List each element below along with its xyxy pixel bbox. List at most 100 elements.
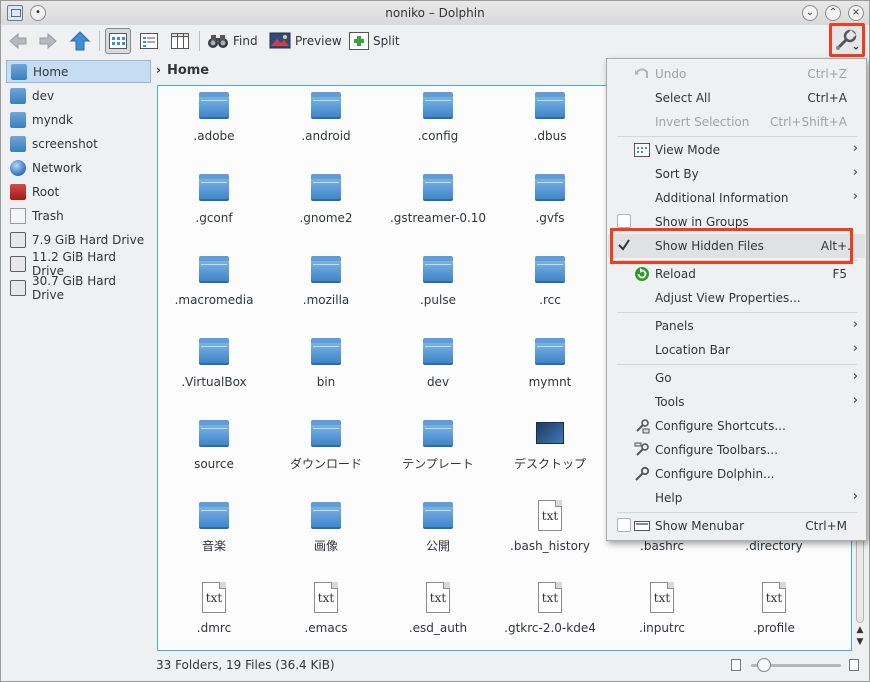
folder-shape [311, 92, 341, 119]
file-item[interactable]: .mozilla [270, 252, 382, 332]
split-button[interactable]: Split [349, 29, 400, 53]
folder-icon [310, 254, 342, 286]
file-item[interactable]: .gconf [158, 170, 270, 250]
file-item[interactable]: .config [382, 88, 494, 168]
zoom-out-icon[interactable] [731, 659, 741, 671]
find-button[interactable]: Find [207, 29, 258, 53]
menu-help[interactable]: Help › [608, 486, 865, 510]
zoom-in-icon[interactable] [849, 659, 859, 671]
file-item[interactable]: .gstreamer-0.10 [382, 170, 494, 250]
file-item[interactable]: .rcc [494, 252, 606, 332]
file-item[interactable]: .android [270, 88, 382, 168]
file-item[interactable]: dev [382, 334, 494, 414]
minimize-button[interactable]: ⌄ [802, 5, 818, 21]
compact-view-button[interactable] [136, 28, 162, 54]
submenu-arrow-icon: › [852, 489, 858, 504]
menu-tools[interactable]: Tools › [608, 390, 865, 414]
breadcrumb[interactable]: › Home [156, 59, 209, 81]
file-item[interactable]: .pulse [382, 252, 494, 332]
file-name: source [194, 457, 234, 471]
control-menu-button[interactable] [829, 23, 865, 57]
file-item[interactable]: txt .gtkrc-2.0-kde4 [494, 580, 606, 650]
preview-button[interactable]: Preview [269, 29, 342, 53]
menu-panels[interactable]: Panels › [608, 314, 865, 338]
place-trash[interactable]: Trash [6, 204, 151, 227]
file-item[interactable]: .macromedia [158, 252, 270, 332]
submenu-arrow-icon: › [852, 317, 858, 332]
folder-shape [423, 256, 453, 283]
file-item[interactable]: .dbus [494, 88, 606, 168]
up-button[interactable] [69, 29, 91, 53]
menu-adjust-view-properties[interactable]: Adjust View Properties... [608, 286, 865, 310]
place-drive-1[interactable]: 7.9 GiB Hard Drive [6, 228, 151, 251]
place-dev[interactable]: dev [6, 84, 151, 107]
place-network[interactable]: Network [6, 156, 151, 179]
menu-show-menubar[interactable]: Show Menubar Ctrl+M [608, 514, 865, 538]
menu-configure-dolphin[interactable]: Configure Dolphin... [608, 462, 865, 486]
zoom-handle[interactable] [757, 658, 771, 672]
menu-undo[interactable]: Undo Ctrl+Z [608, 62, 865, 86]
menu-label: Configure Toolbars... [655, 443, 778, 457]
menu-view-mode[interactable]: View Mode › [608, 138, 865, 162]
back-arrow-icon [9, 32, 27, 50]
menu-sort-by[interactable]: Sort By › [608, 162, 865, 186]
scroll-up-arrow-icon[interactable]: ▲ [853, 625, 867, 635]
menu-additional-information[interactable]: Additional Information › [608, 186, 865, 210]
menu-reload[interactable]: Reload F5 [608, 262, 865, 286]
file-item[interactable]: 公開 [382, 498, 494, 578]
file-item[interactable]: txt .esd_auth [382, 580, 494, 650]
place-myndk[interactable]: myndk [6, 108, 151, 131]
file-item[interactable]: ダウンロード [270, 416, 382, 496]
menu-configure-toolbars[interactable]: Configure Toolbars... [608, 438, 865, 462]
file-item[interactable]: .gvfs [494, 170, 606, 250]
file-item[interactable]: mymnt [494, 334, 606, 414]
places-panel: Home dev myndk screenshot Network Root T… [4, 58, 151, 654]
file-item[interactable]: テンプレート [382, 416, 494, 496]
place-screenshot[interactable]: screenshot [6, 132, 151, 155]
submenu-arrow-icon: › [852, 141, 858, 156]
file-item[interactable]: txt .inputrc [606, 580, 718, 650]
forward-button[interactable] [37, 29, 59, 53]
place-label: myndk [32, 112, 73, 127]
menu-configure-shortcuts[interactable]: Configure Shortcuts... [608, 414, 865, 438]
text-file-icon: txt [310, 582, 342, 614]
place-home[interactable]: Home [6, 60, 151, 83]
breadcrumb-home[interactable]: Home [167, 63, 209, 78]
zoom-slider[interactable] [729, 657, 863, 673]
submenu-arrow-icon: › [852, 393, 858, 408]
panel-splitter[interactable] [152, 58, 156, 654]
icons-view-button[interactable] [105, 28, 131, 54]
menu-select-all[interactable]: Select All Ctrl+A [608, 86, 865, 110]
folder-shape [311, 420, 341, 447]
menu-go[interactable]: Go › [608, 366, 865, 390]
details-view-button[interactable] [167, 28, 193, 54]
text-file-label: txt [538, 500, 562, 531]
folder-shape [311, 256, 341, 283]
file-item[interactable]: txt .emacs [270, 580, 382, 650]
scroll-down-arrow-icon[interactable]: ▼ [853, 637, 867, 647]
file-item[interactable]: txt .dmrc [158, 580, 270, 650]
close-button[interactable]: × [848, 5, 864, 21]
file-item[interactable]: source [158, 416, 270, 496]
place-drive-3[interactable]: 30.7 GiB Hard Drive [6, 274, 151, 302]
maximize-button[interactable]: ⌃ [825, 5, 841, 21]
file-item[interactable]: 画像 [270, 498, 382, 578]
file-item[interactable]: .VirtualBox [158, 334, 270, 414]
file-item[interactable]: bin [270, 334, 382, 414]
file-item[interactable]: デスクトップ [494, 416, 606, 496]
file-item[interactable]: 音楽 [158, 498, 270, 578]
file-item[interactable]: txt .profile [718, 580, 830, 650]
place-root[interactable]: Root [6, 180, 151, 203]
file-item[interactable]: .adobe [158, 88, 270, 168]
menu-location-bar[interactable]: Location Bar › [608, 338, 865, 362]
place-drive-2[interactable]: 11.2 GiB Hard Drive [6, 250, 151, 278]
file-item[interactable]: txt .bash_history [494, 498, 606, 578]
file-name: .gconf [195, 211, 233, 225]
menu-separator [617, 312, 857, 313]
submenu-arrow-icon: › [852, 341, 858, 356]
text-file-icon: txt [534, 582, 566, 614]
title-bar[interactable]: • noniko – Dolphin ⌄ ⌃ × [1, 1, 869, 25]
file-item[interactable]: .gnome2 [270, 170, 382, 250]
menu-invert-selection[interactable]: Invert Selection Ctrl+Shift+A [608, 110, 865, 134]
back-button[interactable] [7, 29, 29, 53]
